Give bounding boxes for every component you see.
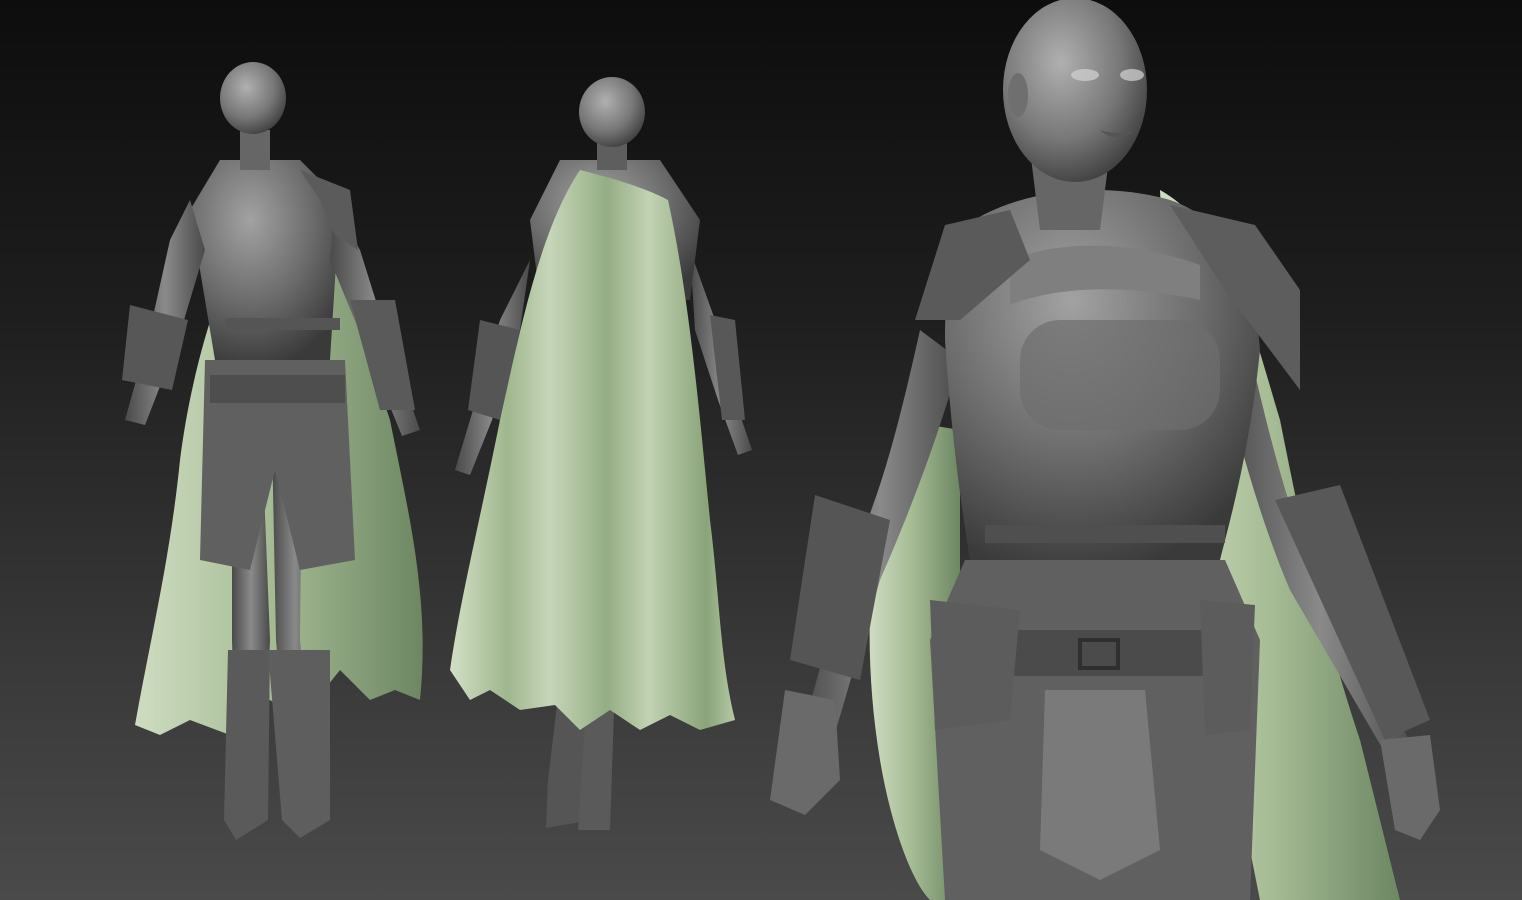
sculpt-viewport[interactable] [0,0,1522,900]
figure-closeup-view [770,0,1440,900]
figure-back-view [450,77,752,830]
sculpt-render [122,0,1440,900]
figure-front-view [122,62,423,840]
